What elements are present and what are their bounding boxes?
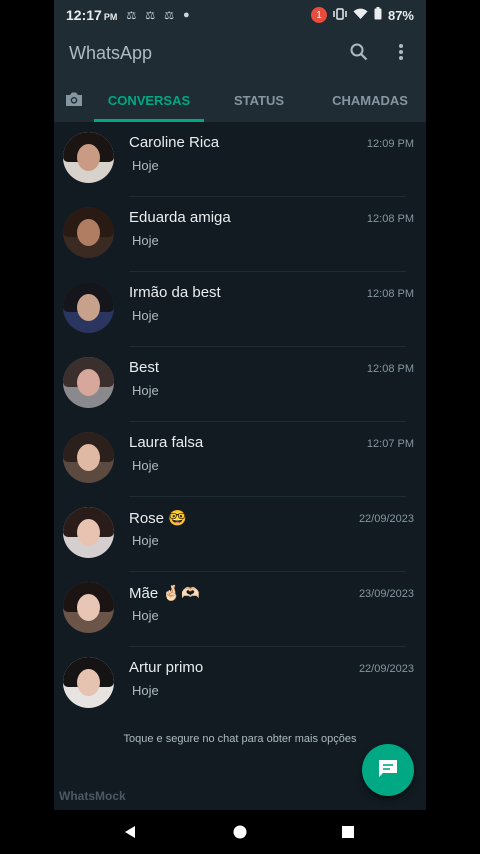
app-header: WhatsApp CONVERSAS STATUS CHAMADAS	[54, 30, 426, 122]
chat-row[interactable]: Caroline Rica Hoje 12:09 PM	[54, 122, 426, 197]
chat-row[interactable]: Best Hoje 12:08 PM	[54, 347, 426, 422]
chat-last-message: Hoje	[132, 308, 159, 323]
avatar	[63, 657, 114, 708]
avatar	[63, 432, 114, 483]
avatar	[63, 132, 114, 183]
chat-row[interactable]: Mãe 🤞🏻🫶🏻 Hoje 23/09/2023	[54, 572, 426, 647]
new-chat-icon	[377, 758, 399, 783]
avatar	[63, 282, 114, 333]
chat-last-message: Hoje	[132, 458, 159, 473]
chat-last-message: Hoje	[132, 158, 159, 173]
chat-name: Irmão da best	[129, 284, 221, 301]
avatar	[63, 357, 114, 408]
camera-icon[interactable]	[54, 91, 94, 112]
chat-name: Laura falsa	[129, 434, 204, 451]
notification-icon: ⚖	[126, 9, 137, 22]
chat-list: Caroline Rica Hoje 12:09 PM Eduarda amig…	[54, 122, 426, 722]
search-icon[interactable]	[350, 43, 368, 66]
back-icon[interactable]	[120, 822, 140, 842]
chat-last-message: Hoje	[132, 383, 159, 398]
chat-name: Caroline Rica	[129, 134, 220, 151]
vibrate-icon	[333, 7, 347, 23]
chat-time: 12:09 PM	[366, 138, 414, 150]
whatsapp-app: WhatsApp CONVERSAS STATUS CHAMADAS Carol…	[54, 30, 426, 810]
watermark: WhatsMock	[59, 789, 126, 803]
chat-time: 22/09/2023	[358, 513, 414, 525]
wifi-icon	[353, 8, 368, 23]
more-options-icon[interactable]	[398, 43, 404, 66]
chat-row[interactable]: Artur primo Hoje 22/09/2023	[54, 647, 426, 722]
tab-chamadas[interactable]: CHAMADAS	[314, 80, 426, 122]
battery-level: 87%	[387, 7, 414, 23]
clock: 12:17 PM	[66, 7, 118, 23]
dot-icon: ●	[182, 9, 190, 21]
chat-time: 12:08 PM	[366, 363, 414, 375]
chat-time: 23/09/2023	[358, 588, 414, 600]
chat-name: Rose 🤓	[129, 510, 187, 527]
chat-time: 12:08 PM	[366, 213, 414, 225]
home-icon[interactable]	[230, 822, 250, 842]
hint-text: Toque e segure no chat para obter mais o…	[123, 733, 357, 745]
notification-badge: 1	[310, 7, 327, 23]
chat-name: Best	[129, 359, 160, 376]
chat-last-message: Hoje	[132, 233, 159, 248]
chat-row[interactable]: Irmão da best Hoje 12:08 PM	[54, 272, 426, 347]
notification-icon: ⚖	[145, 9, 156, 22]
chat-name: Mãe 🤞🏻🫶🏻	[129, 585, 200, 602]
recents-icon[interactable]	[338, 822, 358, 842]
new-chat-button[interactable]	[362, 744, 414, 796]
avatar	[63, 507, 114, 558]
avatar	[63, 582, 114, 633]
chat-time: 22/09/2023	[358, 663, 414, 675]
chat-time: 12:07 PM	[366, 438, 414, 450]
chat-last-message: Hoje	[132, 533, 159, 548]
chat-name: Eduarda amiga	[129, 209, 231, 226]
system-nav-bar	[54, 810, 426, 854]
chat-time: 12:08 PM	[366, 288, 414, 300]
battery-icon	[374, 7, 382, 23]
chat-row[interactable]: Eduarda amiga Hoje 12:08 PM	[54, 197, 426, 272]
chat-row[interactable]: Laura falsa Hoje 12:07 PM	[54, 422, 426, 497]
tab-bar: CONVERSAS STATUS CHAMADAS	[54, 80, 426, 122]
chat-row[interactable]: Rose 🤓 Hoje 22/09/2023	[54, 497, 426, 572]
notification-icon: ⚖	[164, 9, 174, 22]
avatar	[63, 207, 114, 258]
tab-status[interactable]: STATUS	[204, 80, 314, 122]
status-bar: 12:17 PM ⚖ ⚖ ⚖ ● 1 87%	[54, 0, 426, 30]
chat-last-message: Hoje	[132, 608, 159, 623]
app-title: WhatsApp	[69, 43, 153, 63]
tab-conversas[interactable]: CONVERSAS	[94, 80, 204, 122]
chat-last-message: Hoje	[132, 683, 159, 698]
chat-name: Artur primo	[129, 659, 204, 676]
